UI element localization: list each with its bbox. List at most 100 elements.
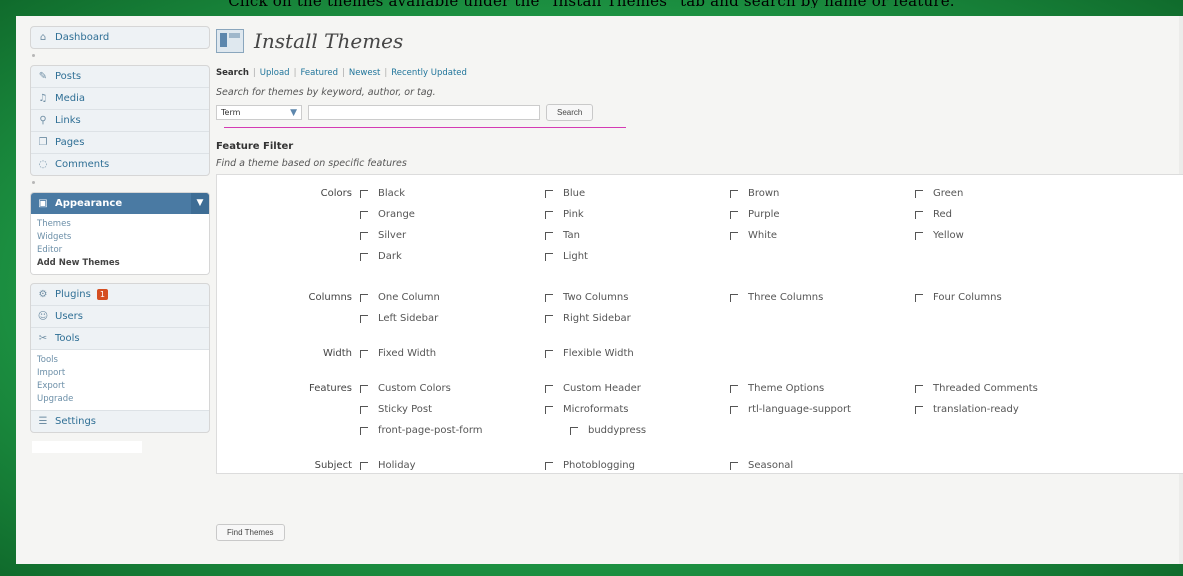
search-button[interactable]: Search (546, 104, 594, 121)
filter-option[interactable]: Black (360, 183, 545, 204)
sidebar-item-posts[interactable]: ✎ Posts (31, 66, 209, 88)
filter-option[interactable]: Fixed Width (360, 343, 545, 364)
filter-checkbox[interactable] (545, 349, 553, 358)
search-input[interactable] (308, 105, 540, 120)
filter-option[interactable]: Dark (360, 246, 545, 267)
filter-checkbox[interactable] (730, 461, 738, 470)
filter-checkbox[interactable] (360, 426, 368, 435)
filter-option[interactable]: rtl-language-support (730, 399, 915, 420)
filter-option[interactable]: Blue (545, 183, 730, 204)
filter-option[interactable]: Flexible Width (545, 343, 730, 364)
tab-search[interactable]: Search (216, 68, 249, 78)
filter-checkbox[interactable] (730, 231, 738, 240)
filter-checkbox[interactable] (545, 405, 553, 414)
filter-option[interactable]: Left Sidebar (360, 308, 545, 329)
submenu-item-tools[interactable]: Tools (37, 354, 209, 367)
submenu-item-export[interactable]: Export (37, 380, 209, 393)
find-themes-button[interactable]: Find Themes (216, 524, 285, 541)
filter-option[interactable]: One Column (360, 287, 545, 308)
filter-option[interactable]: Sticky Post (360, 399, 545, 420)
filter-option[interactable]: Three Columns (730, 287, 915, 308)
filter-checkbox[interactable] (360, 293, 368, 302)
submenu-item-themes[interactable]: Themes (37, 218, 209, 231)
tab-recently-updated[interactable]: Recently Updated (391, 68, 467, 78)
sidebar-item-users[interactable]: ☺ Users (31, 306, 209, 328)
filter-checkbox[interactable] (545, 252, 553, 261)
filter-option[interactable]: Purple (730, 204, 915, 225)
filter-checkbox[interactable] (360, 461, 368, 470)
sidebar-item-settings[interactable]: ☰ Settings (31, 410, 209, 432)
filter-option[interactable]: Yellow (915, 225, 1100, 246)
filter-option[interactable]: Holiday (360, 455, 545, 476)
tab-featured[interactable]: Featured (300, 68, 338, 78)
sidebar-item-links[interactable]: ⚲ Links (31, 110, 209, 132)
filter-option[interactable]: Seasonal (730, 455, 915, 476)
filter-checkbox[interactable] (545, 210, 553, 219)
filter-option[interactable]: Green (915, 183, 1100, 204)
filter-checkbox[interactable] (360, 189, 368, 198)
filter-checkbox[interactable] (730, 210, 738, 219)
sidebar-item-tools[interactable]: ✂ Tools (31, 328, 209, 350)
filter-option[interactable]: Light (545, 246, 730, 267)
filter-option[interactable]: Silver (360, 225, 545, 246)
submenu-item-widgets[interactable]: Widgets (37, 231, 209, 244)
filter-option[interactable]: Four Columns (915, 287, 1100, 308)
filter-option[interactable]: translation-ready (915, 399, 1100, 420)
filter-option[interactable]: Threaded Comments (915, 378, 1100, 399)
filter-checkbox[interactable] (360, 252, 368, 261)
filter-checkbox[interactable] (915, 293, 923, 302)
filter-checkbox[interactable] (360, 314, 368, 323)
filter-option[interactable]: Two Columns (545, 287, 730, 308)
filter-option[interactable]: Custom Colors (360, 378, 545, 399)
filter-checkbox[interactable] (545, 384, 553, 393)
filter-checkbox[interactable] (360, 349, 368, 358)
filter-checkbox[interactable] (545, 461, 553, 470)
sidebar-item-plugins[interactable]: ⚙ Plugins 1 (31, 284, 209, 306)
filter-checkbox[interactable] (545, 314, 553, 323)
submenu-item-import[interactable]: Import (37, 367, 209, 380)
filter-checkbox[interactable] (360, 231, 368, 240)
filter-option[interactable]: Red (915, 204, 1100, 225)
filter-checkbox[interactable] (915, 384, 923, 393)
filter-option[interactable]: Tan (545, 225, 730, 246)
filter-option[interactable]: Microformats (545, 399, 730, 420)
sidebar-item-comments[interactable]: ◌ Comments (31, 154, 209, 175)
filter-option[interactable]: Photoblogging (545, 455, 730, 476)
sidebar-item-pages[interactable]: ❐ Pages (31, 132, 209, 154)
filter-option[interactable]: Theme Options (730, 378, 915, 399)
submenu-item-upgrade[interactable]: Upgrade (37, 393, 209, 406)
filter-checkbox[interactable] (915, 405, 923, 414)
filter-checkbox[interactable] (915, 189, 923, 198)
filter-checkbox[interactable] (915, 210, 923, 219)
filter-option[interactable]: front-page-post-form (360, 420, 570, 441)
filter-checkbox[interactable] (730, 189, 738, 198)
filter-option[interactable]: buddypress (570, 420, 755, 441)
filter-checkbox[interactable] (360, 210, 368, 219)
tab-newest[interactable]: Newest (349, 68, 381, 78)
filter-checkbox[interactable] (730, 293, 738, 302)
sidebar-item-dashboard[interactable]: ⌂ Dashboard (31, 27, 209, 48)
filter-checkbox[interactable] (730, 384, 738, 393)
nav-group-content: ✎ Posts ♫ Media ⚲ Links ❐ Pages ◌ Commen… (30, 65, 210, 176)
filter-checkbox[interactable] (545, 189, 553, 198)
sidebar-item-appearance[interactable]: ▣ Appearance ▼ (31, 193, 209, 214)
filter-checkbox[interactable] (545, 231, 553, 240)
submenu-item-add-new-themes[interactable]: Add New Themes (37, 257, 209, 270)
filter-option[interactable]: Custom Header (545, 378, 730, 399)
sidebar-item-media[interactable]: ♫ Media (31, 88, 209, 110)
filter-checkbox[interactable] (730, 405, 738, 414)
filter-option[interactable]: Orange (360, 204, 545, 225)
filter-checkbox[interactable] (570, 426, 578, 435)
search-type-select[interactable]: Term ▼ (216, 105, 302, 120)
filter-checkbox[interactable] (545, 293, 553, 302)
filter-option[interactable]: Right Sidebar (545, 308, 730, 329)
filter-option[interactable]: Brown (730, 183, 915, 204)
filter-option[interactable]: White (730, 225, 915, 246)
chevron-down-icon[interactable]: ▼ (191, 193, 209, 214)
filter-checkbox[interactable] (915, 231, 923, 240)
filter-checkbox[interactable] (360, 405, 368, 414)
submenu-item-editor[interactable]: Editor (37, 244, 209, 257)
tab-upload[interactable]: Upload (260, 68, 290, 78)
filter-option[interactable]: Pink (545, 204, 730, 225)
filter-checkbox[interactable] (360, 384, 368, 393)
